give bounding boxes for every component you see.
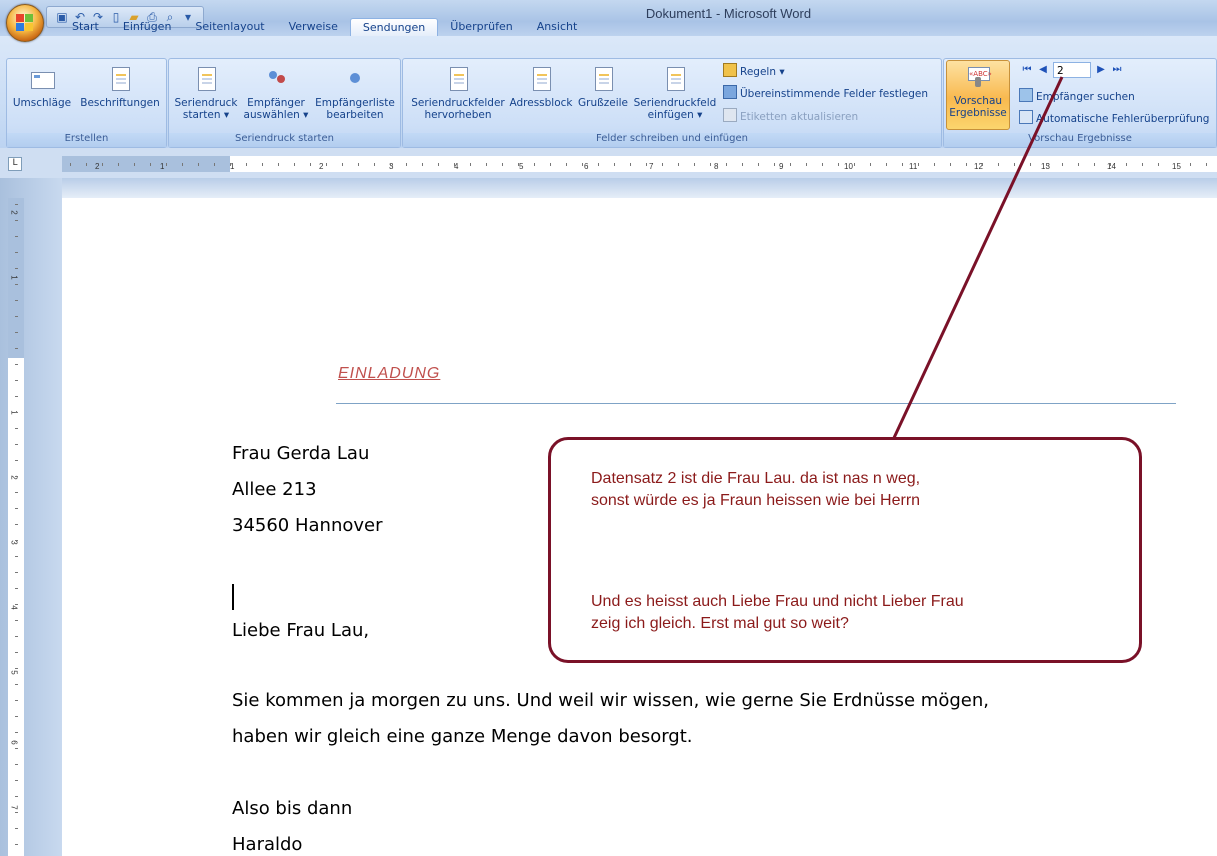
office-button[interactable] <box>6 4 44 42</box>
callout-pointer-line <box>891 76 1064 441</box>
annotation-callout: Datensatz 2 ist die Frau Lau. da ist nas… <box>548 437 1142 663</box>
callout-line-1: Datensatz 2 ist die Frau Lau. da ist nas… <box>591 470 921 487</box>
callout-line-4: zeig ich gleich. Erst mal gut so weit? <box>591 615 849 632</box>
callout-line-2: sonst würde es ja Fraun heissen wie bei … <box>591 492 921 509</box>
callout-line-3: Und es heisst auch Liebe Frau und nicht … <box>591 593 964 610</box>
office-logo-icon <box>16 14 34 32</box>
callout-pointer <box>891 76 1064 441</box>
